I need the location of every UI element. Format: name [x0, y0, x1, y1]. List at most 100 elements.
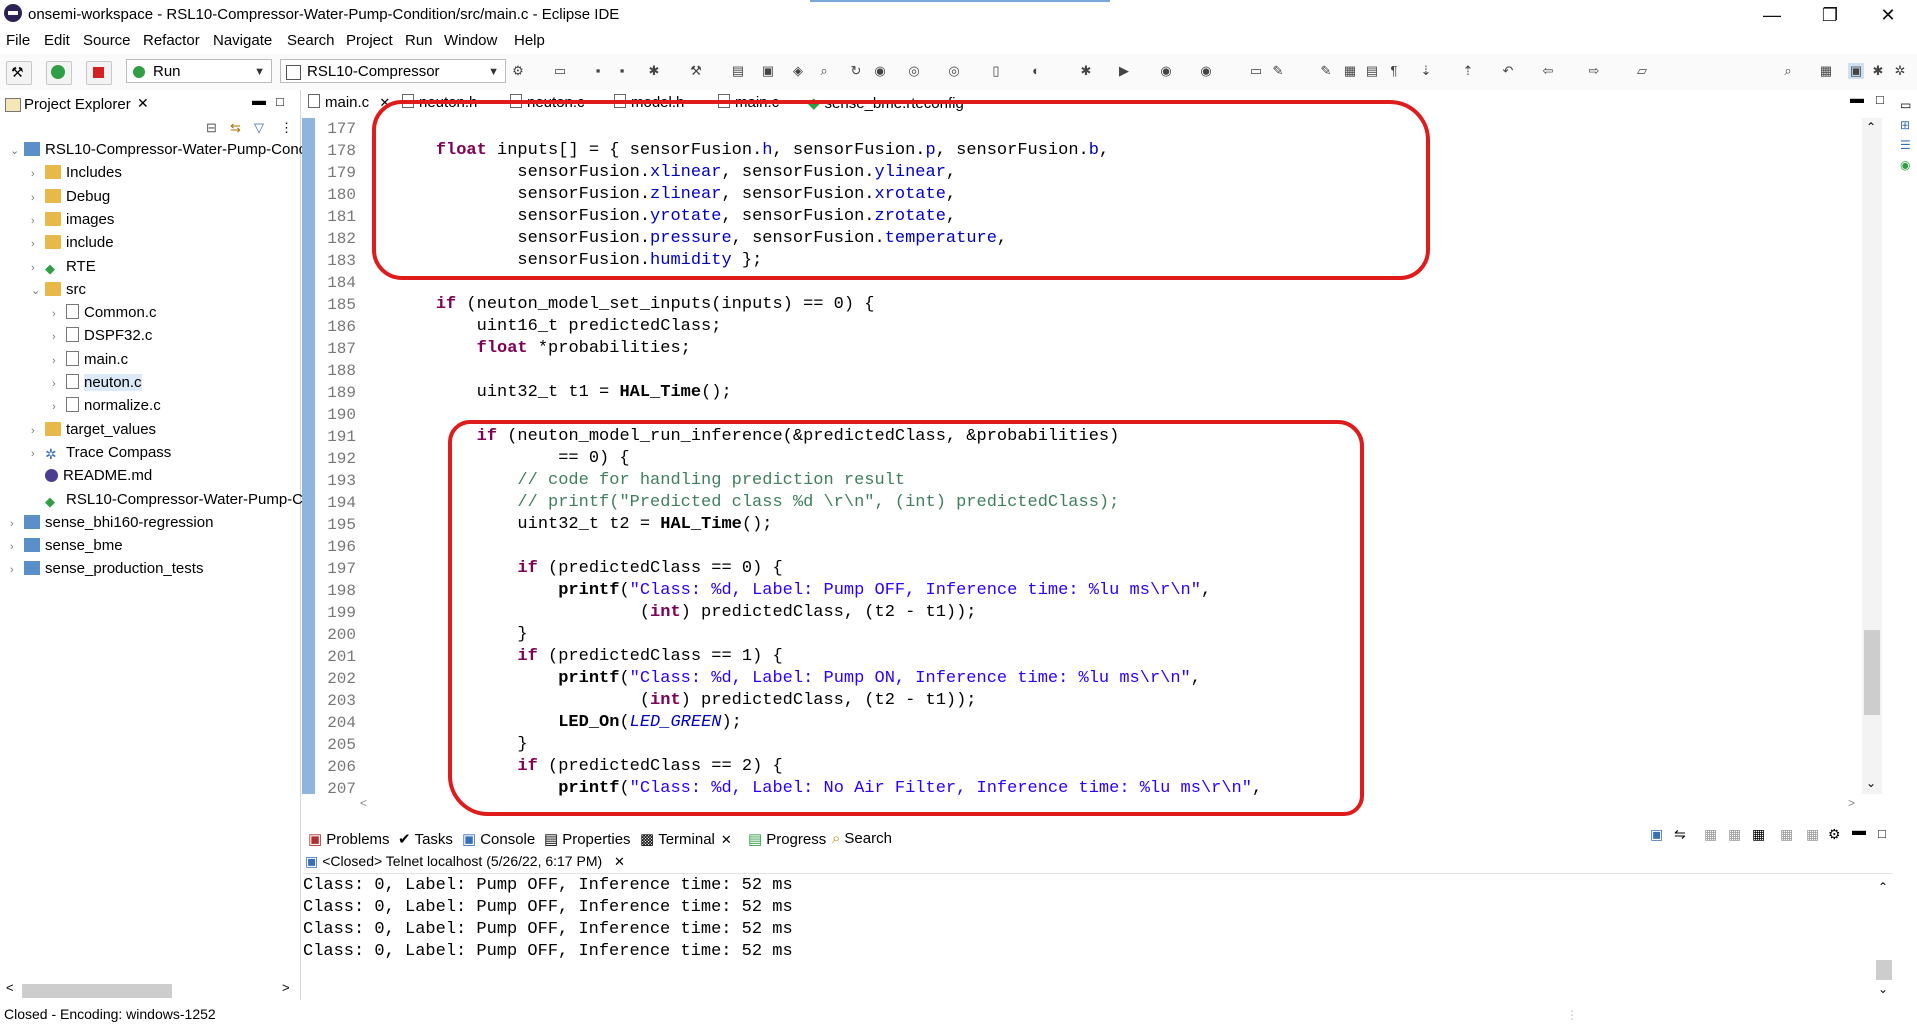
run-mode-select[interactable]: Run ▼ [126, 59, 272, 83]
debug-icon[interactable]: ✱ [646, 63, 662, 79]
search-icon[interactable]: ⌕ [1780, 63, 1796, 79]
tree-item[interactable]: › sense_bhi160-regression [10, 514, 213, 537]
annotation-icon[interactable]: ✎ [1318, 63, 1334, 79]
save-all-icon[interactable]: ▪ [614, 63, 630, 79]
minimize-view-icon[interactable]: ▬ [1852, 822, 1866, 838]
tree-item[interactable]: › sense_production_tests [10, 560, 203, 583]
tree-item[interactable]: ◆ RSL10-Compressor-Water-Pump-Co [31, 491, 311, 514]
tree-item[interactable]: README.md [31, 467, 152, 490]
close-button[interactable]: ✕ [1858, 0, 1917, 30]
tab-terminal[interactable]: ▩ Terminal ✕ [640, 830, 732, 848]
minimize-editor-icon[interactable]: ▬ [1850, 90, 1864, 106]
scroll-up-icon[interactable]: ⌃ [1866, 120, 1876, 134]
open-perspective-icon[interactable]: ▦ [1818, 63, 1834, 79]
chevron-right-icon[interactable]: › [10, 518, 24, 530]
chevron-right-icon[interactable]: › [52, 401, 66, 413]
chevron-right-icon[interactable]: › [31, 425, 45, 437]
print-icon[interactable]: ▤ [730, 63, 746, 79]
chevron-right-icon[interactable]: › [52, 378, 66, 390]
menu-refactor[interactable]: Refactor [143, 32, 200, 49]
chevron-right-icon[interactable]: › [31, 215, 45, 227]
include-browser-icon[interactable]: ☰ [1900, 138, 1911, 152]
menu-search[interactable]: Search [287, 32, 335, 49]
save-icon[interactable]: ▪ [590, 63, 606, 79]
minimize-button[interactable]: — [1742, 0, 1802, 30]
launch-target-select[interactable]: RSL10-Compressor ▼ [280, 59, 506, 83]
tab-console[interactable]: ▣ Console [462, 830, 535, 848]
close-icon[interactable]: ✕ [137, 95, 149, 112]
maximize-view-icon[interactable]: □ [276, 94, 284, 109]
tree-item[interactable]: › ◆ RTE [31, 258, 96, 281]
terminal-icon[interactable]: ▣ [760, 63, 776, 79]
menu-source[interactable]: Source [83, 32, 131, 49]
tree-item[interactable]: › DSPF32.c [52, 327, 152, 350]
restore-view-icon[interactable]: ▭ [1900, 98, 1911, 112]
menu-edit[interactable]: Edit [44, 32, 70, 49]
new-class-icon[interactable]: ◎ [906, 63, 922, 79]
chevron-right-icon[interactable]: › [10, 564, 24, 576]
tree-item[interactable]: › neuton.c [52, 374, 142, 397]
prev-annotation-icon[interactable]: ⇡ [1460, 63, 1476, 79]
scroll-right-icon[interactable]: > [282, 980, 290, 995]
tree-item[interactable]: › include [31, 234, 114, 257]
menu-run[interactable]: Run [405, 32, 433, 49]
terminal-scroll-thumb[interactable] [1876, 960, 1892, 980]
chevron-right-icon[interactable]: › [10, 541, 24, 553]
last-edit-icon[interactable]: ↶ [1500, 63, 1516, 79]
pin-editor-icon[interactable]: ▱ [1634, 63, 1650, 79]
link-editor-icon[interactable]: ⇆ [230, 120, 241, 136]
scroll-up-icon[interactable]: ⌃ [1878, 880, 1888, 894]
c-perspective-icon[interactable]: ▣ [1848, 63, 1864, 79]
whitespace-icon[interactable]: ¶ [1386, 63, 1402, 79]
launch-settings-icon[interactable]: ⚙ [510, 63, 526, 79]
close-icon[interactable]: ✕ [721, 832, 732, 847]
tab-properties[interactable]: ▤ Properties [544, 830, 631, 848]
collapse-all-icon[interactable]: ⊟ [206, 120, 217, 136]
launch-button[interactable] [46, 61, 72, 85]
maximize-editor-icon[interactable]: □ [1876, 92, 1884, 107]
run-last-icon[interactable]: ▶ [1116, 63, 1132, 79]
scroll-down-icon[interactable]: ⌄ [1878, 982, 1888, 996]
new-icon[interactable]: ▭ [552, 63, 568, 79]
settings-icon[interactable]: ⚙ [1828, 826, 1841, 843]
search-tool-icon[interactable]: ⌕ [816, 63, 832, 79]
tab-problems[interactable]: ▣ Problems [308, 830, 390, 848]
bug-icon[interactable]: ✱ [1078, 63, 1094, 79]
profile-icon[interactable]: ◉ [1198, 63, 1214, 79]
tab-progress[interactable]: ▤ Progress [748, 830, 826, 848]
tab-tasks[interactable]: ✔ Tasks [398, 830, 453, 848]
view-menu-icon[interactable]: ⋮ [280, 120, 293, 136]
tree-item[interactable]: › normalize.c [52, 397, 161, 420]
menu-file[interactable]: File [6, 32, 30, 49]
chevron-right-icon[interactable]: › [31, 168, 45, 180]
chevron-right-icon[interactable]: › [52, 308, 66, 320]
close-icon[interactable]: ✕ [614, 854, 625, 869]
tree-item[interactable]: ⌄ RSL10-Compressor-Water-Pump-Conc [10, 141, 306, 164]
forward-icon[interactable]: ⇨ [1586, 63, 1602, 79]
block-select-icon[interactable]: ▤ [1364, 63, 1380, 79]
pin-icon[interactable]: ▦ [1780, 826, 1793, 843]
tree-item[interactable]: › Debug [31, 188, 110, 211]
tree-item[interactable]: ⌄ src [31, 281, 86, 304]
tree-item[interactable]: › ✲ Trace Compass [31, 444, 171, 467]
scroll-left-icon[interactable]: < [6, 980, 14, 995]
debug-perspective-icon[interactable]: ✱ [1870, 63, 1886, 79]
open-folder-icon[interactable]: ▭ [1248, 63, 1264, 79]
package-icon[interactable]: ◈ [790, 63, 806, 79]
back-icon[interactable]: ⇦ [1540, 63, 1556, 79]
tree-item[interactable]: › target_values [31, 421, 156, 444]
external-tools-icon[interactable]: ◐ [1028, 63, 1044, 79]
chevron-down-icon[interactable]: ⌄ [10, 144, 24, 157]
make-target-icon[interactable]: ◉ [1900, 158, 1910, 172]
filter-icon[interactable]: ▽ [254, 120, 264, 136]
connect-icon[interactable]: ▣ [1650, 826, 1663, 843]
new-folder-icon[interactable]: ◎ [946, 63, 962, 79]
tab-search[interactable]: ⌕ Search [832, 830, 892, 847]
chevron-right-icon[interactable]: › [52, 331, 66, 343]
minimize-view-icon[interactable]: ▬ [252, 92, 266, 108]
scroll-right-icon[interactable]: > [1848, 796, 1855, 810]
maximize-view-icon[interactable]: □ [1878, 826, 1886, 841]
restore-button[interactable]: ❐ [1800, 0, 1860, 30]
left-horizontal-scrollbar-thumb[interactable] [22, 984, 172, 998]
menu-help[interactable]: Help [514, 32, 545, 49]
